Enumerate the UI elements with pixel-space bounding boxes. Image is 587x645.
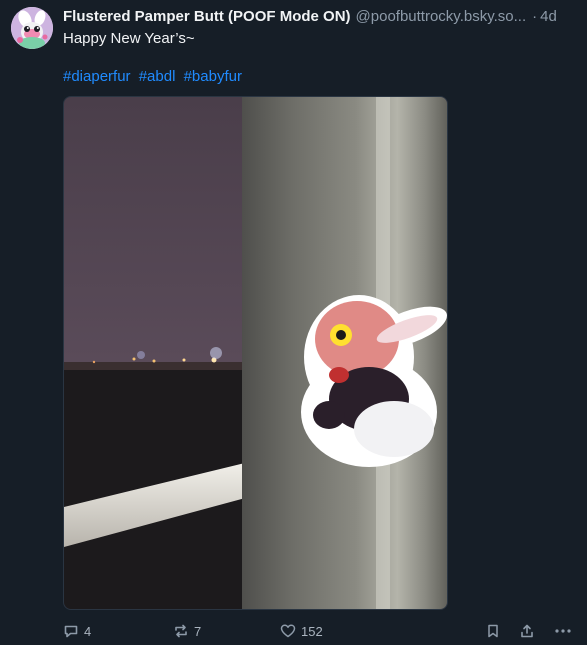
- more-options-button[interactable]: [554, 620, 572, 642]
- post-card[interactable]: Flustered Pamper Butt (POOF Mode ON) @po…: [0, 0, 587, 645]
- reply-count: 4: [84, 623, 92, 639]
- author-handle[interactable]: @poofbuttrocky.bsky.so...: [356, 7, 527, 27]
- post-timestamp[interactable]: 4d: [540, 7, 557, 27]
- time-separator: ·: [532, 8, 538, 25]
- like-button[interactable]: 152: [280, 620, 323, 642]
- avatar[interactable]: [11, 7, 53, 49]
- post-actions: 4 7 152: [63, 620, 579, 642]
- repost-button[interactable]: 7: [173, 620, 201, 642]
- bookmark-icon: [485, 623, 501, 639]
- bookmark-button[interactable]: [485, 620, 501, 642]
- post-header: Flustered Pamper Butt (POOF Mode ON) @po…: [63, 7, 579, 27]
- repost-count: 7: [194, 623, 202, 639]
- share-icon: [519, 623, 535, 639]
- hashtag-babyfur[interactable]: #babyfur: [184, 68, 242, 85]
- night-photo-sticker-on-pole: [64, 97, 447, 609]
- reply-button[interactable]: 4: [63, 620, 91, 642]
- hashtag-list: #diaperfur #abdl #babyfur: [63, 67, 246, 87]
- hashtag-diaperfur[interactable]: #diaperfur: [63, 68, 131, 85]
- author-display-name[interactable]: Flustered Pamper Butt (POOF Mode ON): [63, 7, 351, 27]
- repost-icon: [173, 623, 189, 639]
- share-button[interactable]: [519, 620, 535, 642]
- hashtag-abdl[interactable]: #abdl: [139, 68, 176, 85]
- more-icon: [554, 623, 572, 639]
- post-text: Happy New Year’s~: [63, 30, 195, 47]
- post-image[interactable]: [63, 96, 448, 610]
- like-icon: [280, 623, 296, 639]
- reply-icon: [63, 623, 79, 639]
- like-count: 152: [301, 623, 323, 639]
- post-content: Flustered Pamper Butt (POOF Mode ON) @po…: [63, 7, 579, 49]
